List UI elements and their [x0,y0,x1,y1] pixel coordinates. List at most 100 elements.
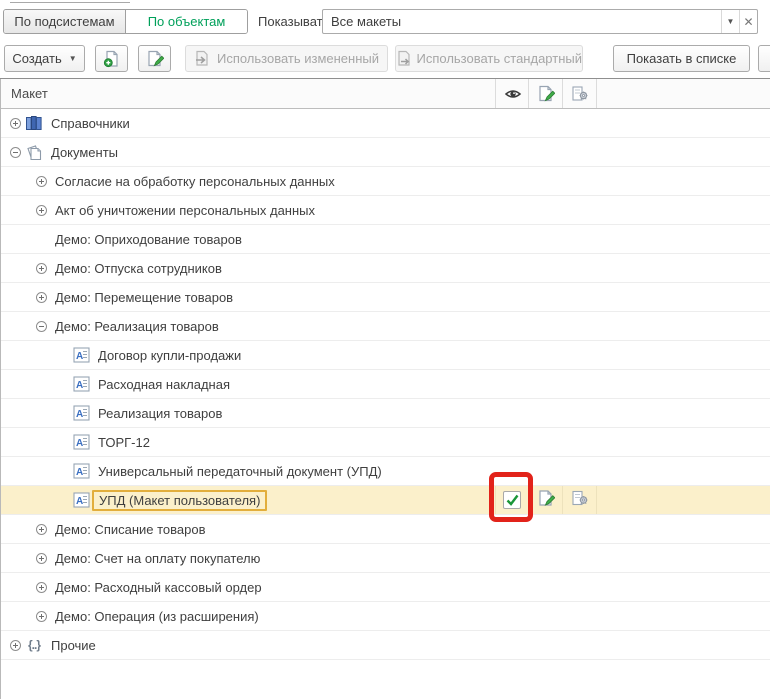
tree-row[interactable]: A Универсальный передаточный документ (УП… [1,457,770,486]
standard-document-icon[interactable] [571,85,589,103]
tree-row[interactable]: A ТОРГ-12 [1,428,770,457]
tree-row[interactable]: A Договор купли-продажи [1,341,770,370]
show-in-list-button[interactable]: Показать в списке [613,45,750,72]
tree-row[interactable]: Акт об уничтожении персональных данных [1,196,770,225]
tree-row[interactable]: {..} Прочие [1,631,770,660]
tree-row[interactable]: Демо: Счет на оплату покупателю [1,544,770,573]
template-icon: A [73,434,90,450]
partial-button-cut-off[interactable] [758,45,770,72]
documents-icon [25,144,43,161]
expand-icon[interactable] [36,176,47,187]
other-icon: {..} [25,637,43,654]
catalogs-icon [25,115,43,132]
svg-text:A: A [76,380,83,391]
tree-row-label: Демо: Расходный кассовый ордер [55,580,262,595]
eye-icon[interactable] [504,85,522,103]
column-separator [562,79,563,108]
tree-row-label: Демо: Реализация товаров [55,319,219,334]
column-separator [495,79,496,108]
standard-document-icon[interactable] [571,490,589,511]
tab-by-subsystems[interactable]: По подсистемам [4,10,126,33]
modified-checkbox-checked[interactable] [503,491,521,509]
tree-row[interactable]: AУПД (Макет пользователя) [1,486,770,515]
tree-row[interactable]: Демо: Расходный кассовый ордер [1,573,770,602]
edit-document-icon [146,50,164,68]
create-button-label: Создать [12,51,61,66]
grid-header: Макет [1,79,770,109]
grid-left-border [0,79,1,699]
tree-row[interactable]: Демо: Списание товаров [1,515,770,544]
tree-row[interactable]: Справочники [1,109,770,138]
use-standard-icon [396,50,413,67]
column-separator [562,486,563,514]
tree-row-label: Прочие [51,638,96,653]
expand-icon[interactable] [36,292,47,303]
tree-row[interactable]: A Реализация товаров [1,399,770,428]
templates-tree: Справочники Документы Согласие на обработк… [1,109,770,660]
template-icon: A [73,376,90,392]
templates-filter-combobox[interactable]: Все макеты ▼ ✕ [322,9,758,34]
tree-row[interactable]: Документы [1,138,770,167]
expand-icon[interactable] [10,118,21,129]
expand-icon[interactable] [36,611,47,622]
column-separator [528,486,529,514]
view-switch: По подсистемам По объектам [3,9,248,34]
tree-row-label: Расходная накладная [98,377,230,392]
edit-template-button[interactable] [138,45,171,72]
use-modified-label: Использовать измененный [217,51,379,66]
tree-row-label: Демо: Отпуска сотрудников [55,261,222,276]
collapse-icon[interactable] [10,147,21,158]
tab-by-objects[interactable]: По объектам [126,10,247,33]
tree-row[interactable]: Демо: Оприходование товаров [1,225,770,254]
expand-icon[interactable] [36,205,47,216]
tree-row[interactable]: A Расходная накладная [1,370,770,399]
expand-icon[interactable] [10,640,21,651]
filter-value[interactable]: Все макеты [323,10,721,33]
expand-icon[interactable] [36,553,47,564]
expand-icon[interactable] [36,524,47,535]
tree-row-label: Акт об уничтожении персональных данных [55,203,315,218]
svg-text:A: A [76,351,83,362]
svg-text:A: A [76,409,83,420]
chevron-down-icon: ▼ [69,54,77,63]
expand-icon[interactable] [36,263,47,274]
tree-row-label: Договор купли-продажи [98,348,241,363]
edit-document-icon[interactable] [537,85,555,103]
tree-row[interactable]: Согласие на обработку персональных данны… [1,167,770,196]
template-icon: A [73,492,90,508]
use-standard-button: Использовать стандартный [395,45,583,72]
tree-row-label: Согласие на обработку персональных данны… [55,174,335,189]
use-modified-button: Использовать измененный [185,45,388,72]
tree-row[interactable]: Демо: Операция (из расширения) [1,602,770,631]
create-button[interactable]: Создать ▼ [4,45,85,72]
use-standard-label: Использовать стандартный [417,51,583,66]
tree-row-label: Документы [51,145,118,160]
column-separator [495,486,496,514]
expand-icon[interactable] [36,582,47,593]
column-separator [596,486,597,514]
tree-row[interactable]: Демо: Реализация товаров [1,312,770,341]
tree-row-label: Демо: Оприходование товаров [55,232,242,247]
tree-row[interactable]: Демо: Отпуска сотрудников [1,254,770,283]
new-template-button[interactable] [95,45,128,72]
template-icon: A [73,463,90,479]
svg-text:A: A [76,467,83,478]
edit-document-icon[interactable] [537,490,555,511]
tree-row-label: Универсальный передаточный документ (УПД… [98,464,382,479]
template-browser-window: По подсистемам По объектам Показывать: В… [0,0,770,699]
column-header-template[interactable]: Макет [11,79,48,108]
tree-row[interactable]: Демо: Перемещение товаров [1,283,770,312]
collapse-icon[interactable] [36,321,47,332]
column-separator [528,79,529,108]
tree-row-label: ТОРГ-12 [98,435,150,450]
tree-row-label: Демо: Списание товаров [55,522,206,537]
template-icon: A [73,347,90,363]
tree-row-label: Справочники [51,116,130,131]
selected-row-label: УПД (Макет пользователя) [92,490,267,511]
show-in-list-label: Показать в списке [627,51,737,66]
tree-row-label: Реализация товаров [98,406,222,421]
svg-text:A: A [76,438,83,449]
template-icon: A [73,405,90,421]
clear-icon[interactable]: ✕ [739,10,757,33]
chevron-down-icon[interactable]: ▼ [721,10,739,33]
